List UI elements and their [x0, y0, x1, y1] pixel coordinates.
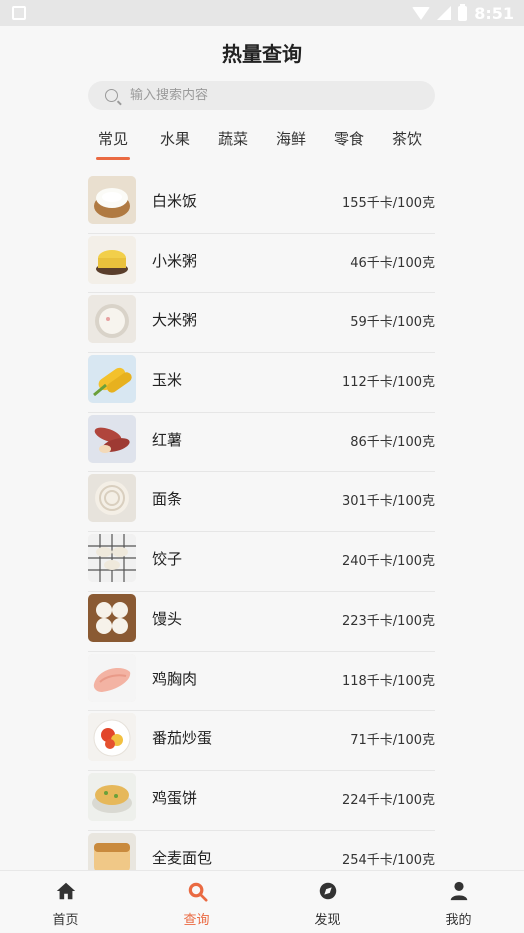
- millet-porridge-thumbnail: [88, 235, 136, 284]
- food-name: 鸡蛋饼: [152, 788, 198, 807]
- food-row[interactable]: 红薯 86千卡/100克: [88, 413, 435, 473]
- tab-label: 海鲜: [275, 130, 306, 148]
- search-input[interactable]: [130, 88, 400, 103]
- food-row[interactable]: 面条 301千卡/100克: [88, 472, 435, 533]
- tab-label: 蔬菜: [217, 130, 248, 148]
- food-name: 馒头: [152, 609, 183, 628]
- search-icon: [105, 89, 118, 102]
- tab-label: 零食: [333, 130, 364, 148]
- tab-snacks[interactable]: 零食: [332, 128, 366, 162]
- active-tab-indicator: [96, 157, 130, 160]
- food-name: 玉米: [152, 371, 183, 390]
- category-tabs: 常见 水果 蔬菜 海鲜 零食 茶饮: [88, 128, 435, 162]
- whole-wheat-bread-thumbnail: [88, 832, 136, 871]
- bottom-navigation: 首页 查询 发现 我的: [0, 870, 524, 932]
- food-calories: 223千卡/100克: [341, 613, 435, 629]
- page-title: 热量查询: [222, 41, 302, 66]
- tomato-egg-thumbnail: [88, 713, 136, 762]
- food-row[interactable]: 全麦面包 254千卡/100克: [88, 831, 435, 871]
- tab-drinks[interactable]: 茶饮: [390, 128, 424, 162]
- food-name: 饺子: [152, 550, 183, 569]
- nav-label: 查询: [183, 913, 210, 928]
- food-calories: 155千卡/100克: [341, 196, 435, 211]
- food-calories: 71千卡/100克: [350, 733, 435, 749]
- dumplings-thumbnail: [88, 534, 136, 583]
- food-calories: 118千卡/100克: [341, 673, 435, 689]
- sweet-potato-thumbnail: [88, 414, 136, 463]
- nav-label: 我的: [445, 913, 472, 928]
- chicken-breast-thumbnail: [88, 653, 136, 702]
- wifi-icon: [412, 6, 431, 20]
- food-name: 番茄炒蛋: [152, 729, 213, 748]
- nav-label: 首页: [52, 913, 79, 928]
- food-row[interactable]: 饺子 240千卡/100克: [88, 532, 435, 592]
- food-list: 白米饭 155千卡/100克 小米粥 46千卡/100克 大米粥 59千卡/10…: [88, 174, 435, 871]
- status-bar: 8:51: [0, 0, 524, 26]
- rice-bowl-thumbnail: [88, 176, 136, 224]
- nav-query[interactable]: 查询: [131, 871, 262, 933]
- tab-seafood[interactable]: 海鲜: [274, 128, 308, 162]
- food-name: 小米粥: [152, 251, 198, 270]
- tab-vegetable[interactable]: 蔬菜: [216, 128, 250, 162]
- tab-fruit[interactable]: 水果: [158, 128, 192, 162]
- status-time: 8:51: [474, 3, 514, 23]
- home-icon: [56, 882, 75, 900]
- food-row[interactable]: 鸡胸肉 118千卡/100克: [88, 652, 435, 712]
- status-icons: 8:51: [412, 3, 514, 23]
- food-name: 大米粥: [152, 311, 198, 330]
- food-calories: 112千卡/100克: [341, 375, 435, 391]
- food-row[interactable]: 小米粥 46千卡/100克: [88, 234, 435, 294]
- battery-icon: [458, 3, 468, 21]
- noodles-thumbnail: [88, 474, 136, 523]
- discover-icon: [319, 882, 336, 900]
- food-row[interactable]: 鸡蛋饼 224千卡/100克: [88, 771, 435, 831]
- food-calories: 46千卡/100克: [350, 255, 435, 271]
- food-name: 面条: [152, 490, 183, 509]
- food-name: 鸡胸肉: [152, 669, 198, 688]
- profile-icon: [450, 881, 467, 901]
- nav-discover[interactable]: 发现: [262, 871, 393, 933]
- food-calories: 86千卡/100克: [350, 434, 435, 450]
- tab-label: 水果: [159, 130, 190, 148]
- nav-profile[interactable]: 我的: [393, 871, 524, 933]
- nav-home[interactable]: 首页: [0, 871, 131, 933]
- food-calories: 301千卡/100克: [341, 494, 435, 510]
- tab-label: 茶饮: [391, 130, 422, 148]
- food-name: 全麦面包: [152, 848, 213, 867]
- tab-common[interactable]: 常见: [96, 128, 130, 162]
- app-notification-icon: [12, 6, 26, 20]
- food-calories: 224千卡/100克: [341, 792, 435, 808]
- food-row[interactable]: 玉米 112千卡/100克: [88, 353, 435, 413]
- food-name: 白米饭: [152, 192, 198, 210]
- search-food-icon: [188, 882, 208, 902]
- rice-porridge-thumbnail: [88, 295, 136, 344]
- food-name: 红薯: [152, 430, 183, 449]
- egg-pancake-thumbnail: [88, 772, 136, 821]
- food-calories: 59千卡/100克: [350, 315, 435, 331]
- food-row[interactable]: 白米饭 155千卡/100克: [88, 174, 435, 234]
- steamed-bun-thumbnail: [88, 593, 136, 642]
- food-calories: 254千卡/100克: [341, 852, 435, 868]
- food-row[interactable]: 馒头 223千卡/100克: [88, 592, 435, 652]
- food-row[interactable]: 番茄炒蛋 71千卡/100克: [88, 711, 435, 771]
- tab-label: 常见: [97, 130, 128, 148]
- signal-icon: [437, 6, 452, 20]
- header: 热量查询: [0, 26, 524, 78]
- food-calories: 240千卡/100克: [341, 554, 435, 570]
- search-bar[interactable]: [88, 81, 435, 110]
- nav-label: 发现: [314, 913, 341, 928]
- corn-thumbnail: [88, 355, 136, 404]
- food-row[interactable]: 大米粥 59千卡/100克: [88, 293, 435, 354]
